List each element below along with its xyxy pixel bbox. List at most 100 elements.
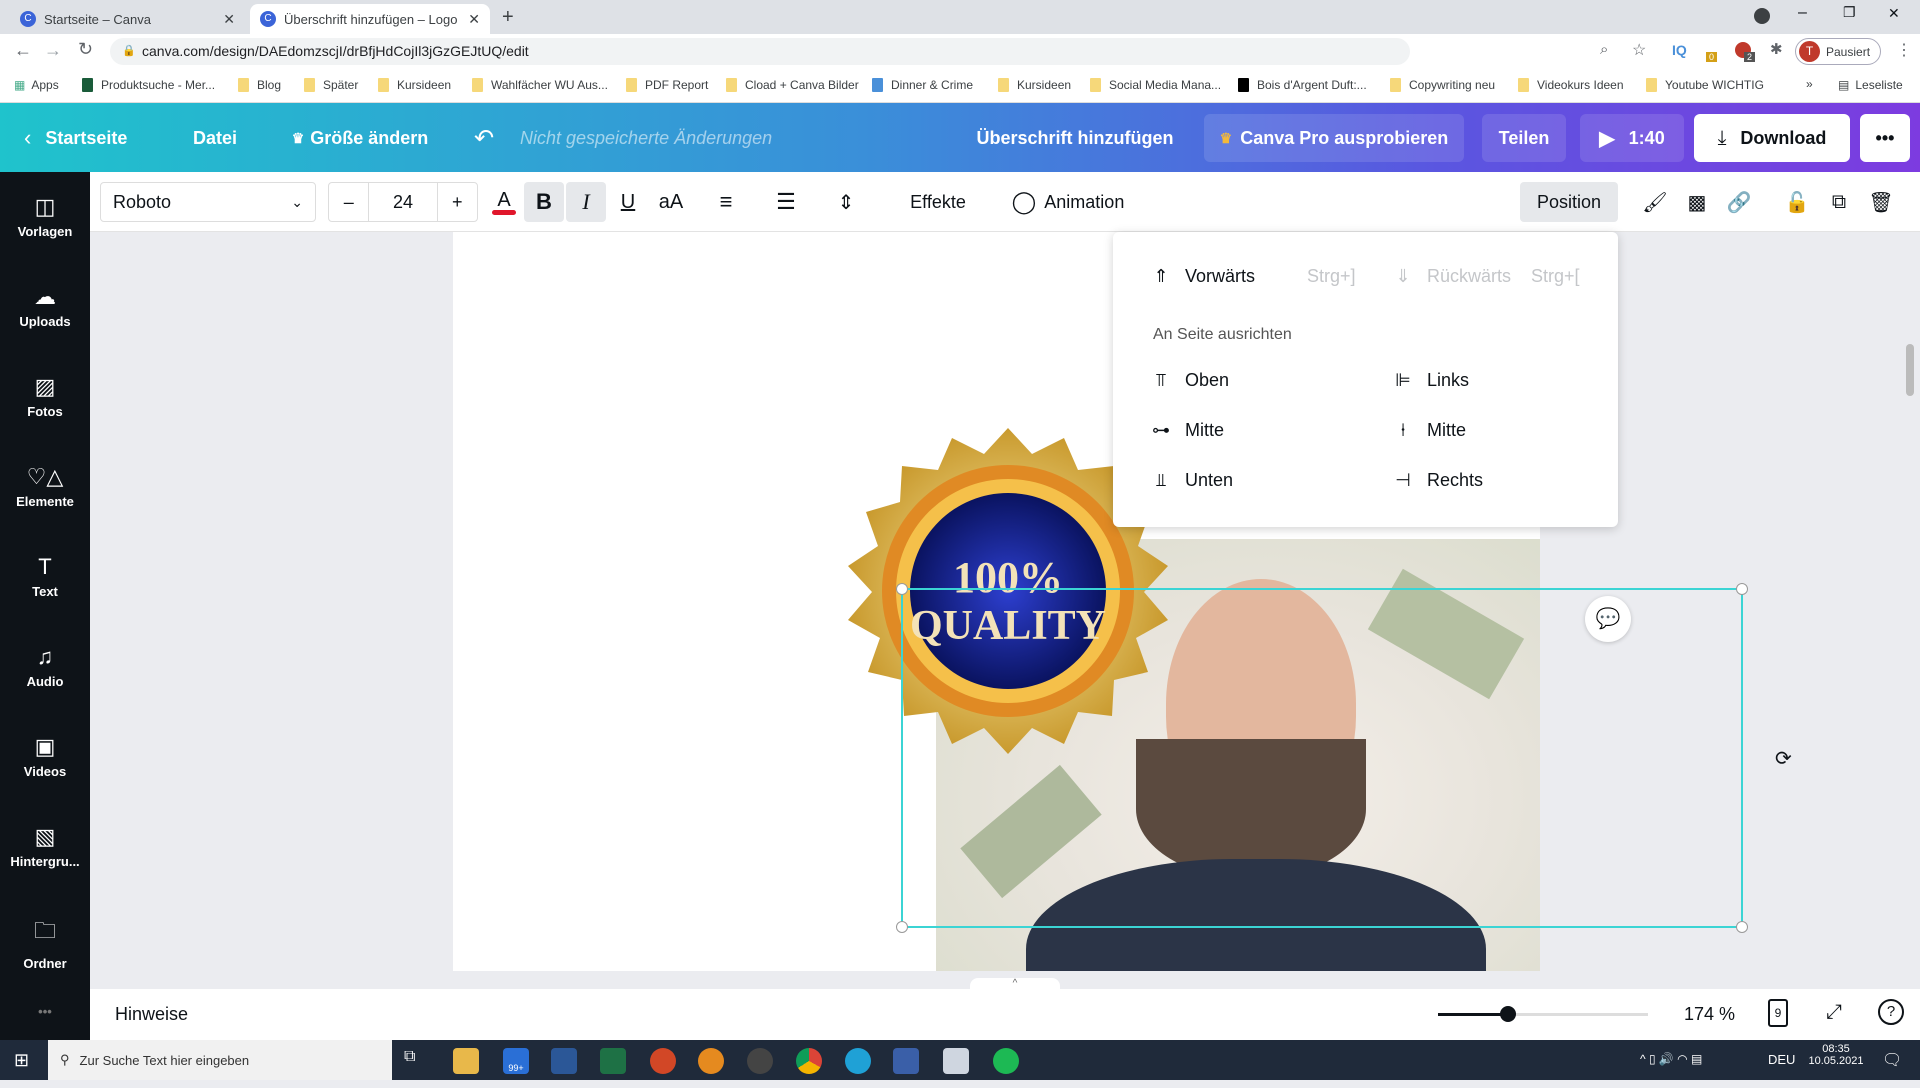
resize-handle[interactable] <box>1736 921 1748 933</box>
comment-icon[interactable]: 💬 <box>1585 596 1631 642</box>
more-bookmarks-icon[interactable]: » <box>1806 77 1813 91</box>
zoom-icon[interactable]: ⌕ <box>1600 41 1608 58</box>
unlock-icon[interactable]: 🔓 <box>1780 182 1814 222</box>
more-options-button[interactable]: ••• <box>1860 114 1910 162</box>
bookmark[interactable]: Social Media Mana... <box>1090 78 1221 92</box>
page-count-button[interactable]: 9 <box>1768 999 1788 1027</box>
underline-button[interactable]: U <box>608 182 648 222</box>
excel-icon[interactable] <box>600 1048 626 1074</box>
app-icon[interactable] <box>698 1048 724 1074</box>
resize-handle[interactable] <box>896 921 908 933</box>
resize-handle[interactable] <box>896 583 908 595</box>
effects-button[interactable]: Effekte <box>890 182 986 222</box>
spotify-icon[interactable] <box>993 1048 1019 1074</box>
notes-button[interactable]: Hinweise <box>115 1004 188 1025</box>
chrome-icon[interactable] <box>796 1048 822 1074</box>
sidebar-item-elements[interactable]: ♡△ Elemente <box>0 464 90 509</box>
position-button[interactable]: Position <box>1520 182 1618 222</box>
sidebar-item-uploads[interactable]: ☁ Uploads <box>0 284 90 329</box>
bookmark[interactable]: Kursideen <box>998 78 1071 92</box>
notifications-icon[interactable]: 🗨 <box>1882 1050 1902 1070</box>
file-explorer-icon[interactable] <box>453 1048 479 1074</box>
bookmark[interactable]: Später <box>304 78 358 92</box>
system-tray-icons[interactable]: ^ ▯ 🔊 ◠ ▤ <box>1640 1052 1702 1066</box>
language-indicator[interactable]: DEU <box>1768 1052 1795 1067</box>
bookmark[interactable]: Cload + Canva Bilder <box>726 78 859 92</box>
app-icon[interactable] <box>943 1048 969 1074</box>
mail-icon[interactable]: 99+ <box>503 1048 529 1074</box>
edge-icon[interactable] <box>845 1048 871 1074</box>
decrease-size-button[interactable]: – <box>329 192 368 213</box>
design-title[interactable]: Überschrift hinzufügen <box>960 114 1190 162</box>
download-button[interactable]: ⤓ Download <box>1694 114 1850 162</box>
align-middle-vertical-button[interactable]: ⊶ Mitte <box>1149 420 1224 441</box>
bookmark[interactable]: Bois d'Argent Duft:... <box>1238 78 1367 92</box>
close-tab-icon[interactable]: ✕ <box>223 11 235 28</box>
font-size-input[interactable]: 24 <box>368 183 438 221</box>
help-icon[interactable]: ? <box>1878 999 1904 1025</box>
clock[interactable]: 08:35 10.05.2021 <box>1808 1043 1864 1067</box>
zoom-level[interactable]: 174 % <box>1684 1004 1735 1025</box>
close-tab-icon[interactable]: ✕ <box>468 11 480 28</box>
reload-icon[interactable]: ↻ <box>78 39 93 60</box>
browser-menu-icon[interactable]: ⋮ <box>1896 40 1912 60</box>
bold-button[interactable]: B <box>524 182 564 222</box>
task-view-icon[interactable]: ⧉ <box>404 1048 430 1074</box>
tab-search-icon[interactable] <box>1754 8 1770 24</box>
bookmark[interactable]: Blog <box>238 78 281 92</box>
file-menu-button[interactable]: Datei <box>180 114 250 162</box>
vertical-scrollbar[interactable] <box>1900 232 1920 989</box>
share-button[interactable]: Teilen <box>1482 114 1566 162</box>
undo-icon[interactable]: ↶ <box>466 114 502 162</box>
close-window-icon[interactable]: ✕ <box>1888 5 1900 22</box>
backward-button[interactable]: ⇓ Rückwärts Strg+[ <box>1391 266 1579 287</box>
powerpoint-icon[interactable] <box>650 1048 676 1074</box>
bookmark[interactable]: Youtube WICHTIG <box>1646 78 1764 92</box>
trash-icon[interactable]: 🗑 <box>1864 182 1898 222</box>
extensions-puzzle-icon[interactable]: ✱ <box>1770 40 1783 58</box>
word-icon[interactable] <box>551 1048 577 1074</box>
sidebar-item-folders[interactable]: 🗀 Ordner <box>0 914 90 971</box>
sidebar-item-audio[interactable]: ♫ Audio <box>0 644 90 689</box>
bookmark-apps[interactable]: ▦ Apps <box>14 78 59 92</box>
browser-tab-active[interactable]: C Überschrift hinzufügen – Logo ✕ <box>250 4 490 34</box>
home-button[interactable]: ‹ Startseite <box>24 114 144 162</box>
windows-start-icon[interactable]: ⊞ <box>14 1050 29 1071</box>
paint-roller-icon[interactable]: 🖌 <box>1638 182 1672 222</box>
extension-badge[interactable]: 0 <box>1706 52 1718 62</box>
minimize-icon[interactable]: – <box>1798 4 1807 22</box>
bookmark[interactable]: Produktsuche - Mer... <box>82 78 215 92</box>
sidebar-item-photos[interactable]: ▨ Fotos <box>0 374 90 419</box>
obs-icon[interactable] <box>747 1048 773 1074</box>
reading-list[interactable]: ▤ Leseliste <box>1838 78 1903 92</box>
align-center-horizontal-button[interactable]: ⍿ Mitte <box>1391 420 1466 441</box>
bookmark[interactable]: Kursideen <box>378 78 451 92</box>
more-apps-icon[interactable]: ••• <box>0 1004 90 1019</box>
bookmark[interactable]: Copywriting neu <box>1390 78 1495 92</box>
maximize-icon[interactable]: ❐ <box>1843 4 1856 21</box>
taskbar-search-input[interactable]: ⚲ Zur Suche Text hier eingeben <box>48 1040 392 1080</box>
rotate-icon[interactable]: ⟳ <box>1775 746 1792 771</box>
fullscreen-icon[interactable]: ⤢ <box>1826 1001 1842 1024</box>
profile-button[interactable]: T Pausiert <box>1795 38 1882 65</box>
letter-case-button[interactable]: aA <box>650 182 692 222</box>
back-icon[interactable]: ← <box>14 40 32 61</box>
scroll-thumb[interactable] <box>1906 344 1914 396</box>
align-bottom-button[interactable]: ⫫ Unten <box>1149 470 1233 491</box>
sidebar-item-background[interactable]: ▧ Hintergru... <box>0 824 90 869</box>
resize-button[interactable]: ♛ Größe ändern <box>280 114 440 162</box>
line-spacing-icon[interactable]: ⇕ <box>826 182 866 222</box>
bookmark[interactable]: Wahlfächer WU Aus... <box>472 78 608 92</box>
zoom-slider[interactable] <box>1438 1006 1648 1022</box>
link-icon[interactable]: 🔗 <box>1722 182 1756 222</box>
bookmark[interactable]: PDF Report <box>626 78 708 92</box>
sidebar-item-templates[interactable]: ◫ Vorlagen <box>0 194 90 239</box>
sidebar-item-videos[interactable]: ▣ Videos <box>0 734 90 779</box>
browser-tab[interactable]: C Startseite – Canva ✕ <box>10 4 245 34</box>
text-color-button[interactable]: A <box>484 182 524 222</box>
new-tab-icon[interactable]: + <box>502 6 514 29</box>
animation-button[interactable]: ◯ Animation <box>1000 182 1136 222</box>
sidebar-item-text[interactable]: T Text <box>0 554 90 599</box>
transparency-icon[interactable]: ▩ <box>1680 182 1714 222</box>
align-left-button[interactable]: ⊫ Links <box>1391 370 1469 391</box>
